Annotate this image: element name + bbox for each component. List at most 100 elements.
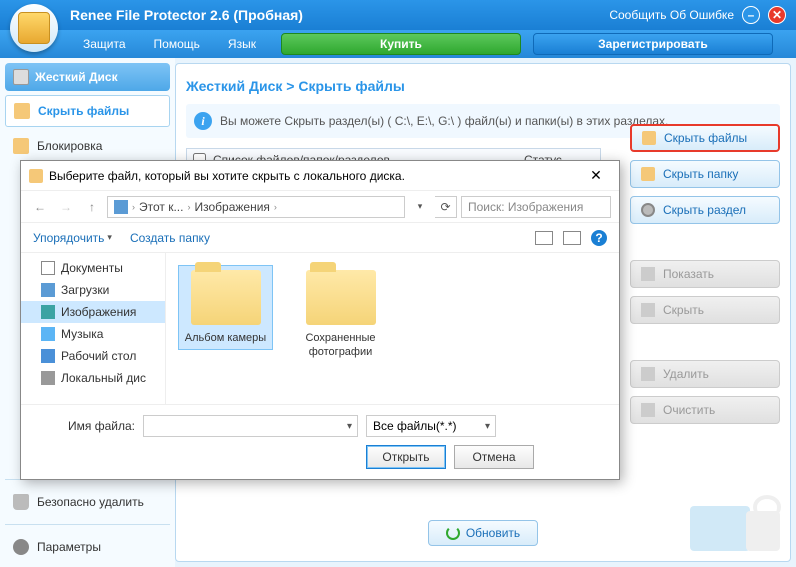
report-bug-link[interactable]: Сообщить Об Ошибке [609,8,734,22]
path-segment-images[interactable]: Изображения [194,200,269,214]
register-button[interactable]: Зарегистрировать [533,33,773,55]
filename-input[interactable] [143,415,358,437]
nav-up-button[interactable]: ↑ [81,196,103,218]
tree-item-downloads[interactable]: Загрузки [21,279,165,301]
file-icon [642,131,656,145]
refresh-button[interactable]: Обновить [428,520,538,546]
action-hide-files[interactable]: Скрыть файлы [630,124,780,152]
tree-item-desktop[interactable]: Рабочий стол [21,345,165,367]
tree-item-documents[interactable]: Документы [21,257,165,279]
app-title: Renee File Protector 2.6 (Пробная) [70,7,303,23]
lock-icon [13,138,29,154]
filter-select[interactable]: Все файлы(*.*) [366,415,496,437]
sidebar-item-label: Безопасно удалить [37,495,144,509]
dialog-title: Выберите файл, который вы хотите скрыть … [49,169,405,183]
hide-icon [641,303,655,317]
help-button[interactable]: ? [591,230,607,246]
action-label: Скрыть [663,303,704,317]
action-label: Скрыть файлы [664,131,747,145]
action-hide: Скрыть [630,296,780,324]
nav-back-button[interactable]: ← [29,196,51,218]
tree-item-music[interactable]: Музыка [21,323,165,345]
minimize-button[interactable]: – [742,6,760,24]
gear-icon [13,539,29,555]
clear-icon [641,403,655,417]
desktop-icon [41,349,55,363]
sidebar-header-label: Жесткий Диск [35,70,118,84]
tree-label: Изображения [61,305,136,319]
search-input[interactable]: Поиск: Изображения [461,196,611,218]
disk-icon [641,203,655,217]
tree-label: Документы [61,261,123,275]
file-item-saved-photos[interactable]: Сохраненные фотографии [293,265,388,365]
tree-label: Музыка [61,327,103,341]
sidebar-header-disk: Жесткий Диск [5,63,170,91]
refresh-label: Обновить [466,526,520,540]
disk-icon [41,371,55,385]
action-clear: Очистить [630,396,780,424]
tree-label: Рабочий стол [61,349,136,363]
action-label: Скрыть папку [663,167,738,181]
info-icon: i [194,112,212,130]
organize-menu[interactable]: Упорядочить ▾ [33,231,112,245]
nav-forward-button[interactable]: → [55,196,77,218]
file-open-dialog: Выберите файл, который вы хотите скрыть … [20,160,620,480]
cancel-button[interactable]: Отмена [454,445,534,469]
info-text: Вы можете Скрыть раздел(ы) ( C:\, E:\, G… [220,114,668,128]
delete-icon [641,367,655,381]
nav-refresh-button[interactable]: ⟳ [435,196,457,218]
breadcrumb: Жесткий Диск > Скрыть файлы [186,74,780,104]
organize-label: Упорядочить [33,231,104,245]
action-hide-folder[interactable]: Скрыть папку [630,160,780,188]
sidebar-item-label: Параметры [37,540,101,554]
path-segment-pc[interactable]: Этот к... [139,200,183,214]
path-dropdown-button[interactable]: ▾ [409,196,431,218]
menu-language[interactable]: Язык [215,33,269,55]
file-label: Сохраненные фотографии [298,331,383,360]
pc-icon [114,200,128,214]
tree-label: Загрузки [61,283,109,297]
action-delete: Удалить [630,360,780,388]
download-icon [41,283,55,297]
app-logo [10,4,58,52]
buy-button[interactable]: Купить [281,33,521,55]
sidebar-item-params[interactable]: Параметры [5,532,170,562]
tree-item-localdisk[interactable]: Локальный дис [21,367,165,389]
sidebar-item-label: Блокировка [37,139,102,153]
new-folder-label: Создать папку [130,231,210,245]
filename-label: Имя файла: [35,419,135,433]
filter-value: Все файлы(*.*) [373,419,457,433]
open-button[interactable]: Открыть [366,445,446,469]
preview-pane-button[interactable] [563,231,581,245]
view-mode-button[interactable] [535,231,553,245]
document-icon [41,261,55,275]
menu-help[interactable]: Помощь [141,33,213,55]
sidebar-item-hide-files[interactable]: Скрыть файлы [5,95,170,127]
folder-tree: Документы Загрузки Изображения Музыка Ра… [21,253,166,404]
action-label: Скрыть раздел [663,203,746,217]
refresh-icon [446,526,460,540]
lock-icon [29,169,43,183]
path-bar[interactable]: › Этот к... › Изображения › [107,196,405,218]
action-panel: Скрыть файлы Скрыть папку Скрыть раздел … [630,124,780,424]
folder-icon [306,270,376,325]
action-hide-partition[interactable]: Скрыть раздел [630,196,780,224]
images-icon [41,305,55,319]
disk-icon [13,69,29,85]
tree-item-images[interactable]: Изображения [21,301,165,323]
action-label: Показать [663,267,714,281]
action-label: Очистить [663,403,715,417]
new-folder-button[interactable]: Создать папку [130,231,210,245]
sidebar-item-lock[interactable]: Блокировка [5,131,170,161]
dialog-close-button[interactable]: ✕ [581,167,611,184]
folder-icon [191,270,261,325]
folder-icon [641,167,655,181]
trash-icon [13,494,29,510]
file-label: Альбом камеры [183,331,268,345]
close-button[interactable]: ✕ [768,6,786,24]
action-show: Показать [630,260,780,288]
search-placeholder: Поиск: Изображения [468,200,583,214]
sidebar-item-safe-delete[interactable]: Безопасно удалить [5,487,170,517]
file-item-camera-album[interactable]: Альбом камеры [178,265,273,350]
menu-protect[interactable]: Защита [70,33,139,55]
